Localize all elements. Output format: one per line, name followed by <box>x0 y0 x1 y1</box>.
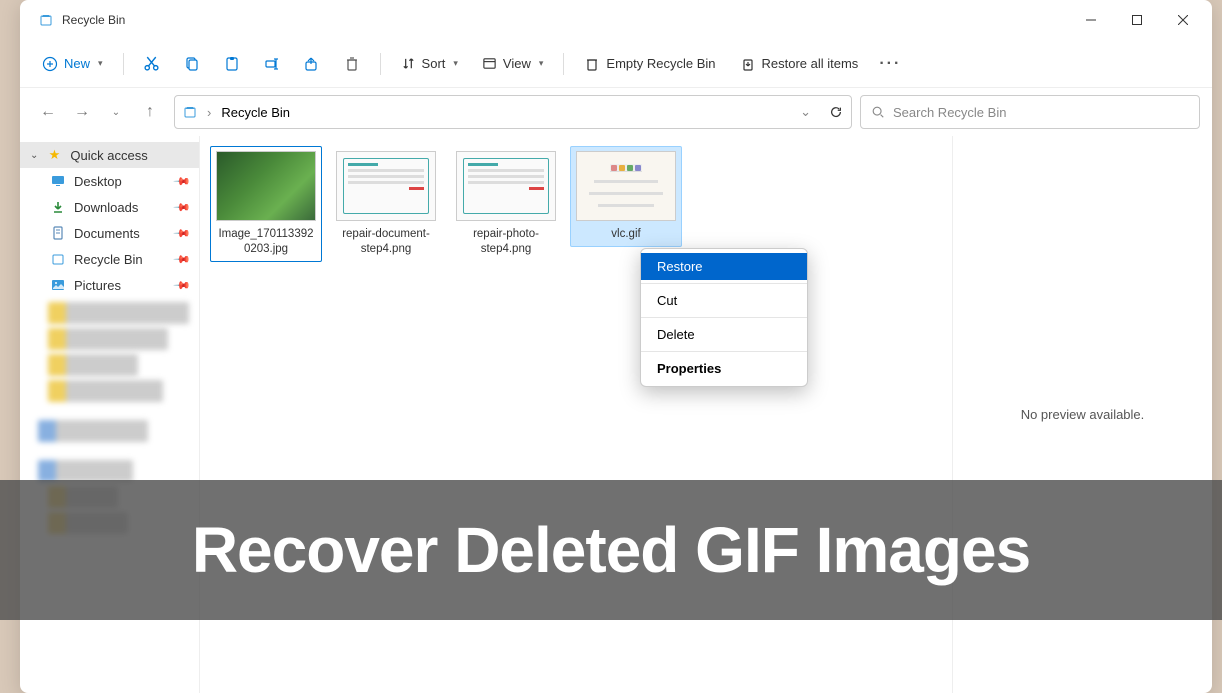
sort-button[interactable]: Sort ▾ <box>391 50 468 77</box>
titlebar: Recycle Bin <box>20 0 1212 40</box>
ctx-cut[interactable]: Cut <box>641 287 807 314</box>
ctx-restore[interactable]: Restore <box>641 253 807 280</box>
maximize-button[interactable] <box>1114 4 1160 36</box>
view-label: View <box>503 56 531 71</box>
chevron-down-icon[interactable]: ⌄ <box>800 104 811 120</box>
thumbnail-icon <box>576 151 676 221</box>
minimize-button[interactable] <box>1068 4 1114 36</box>
file-item[interactable]: Image_170113392 0203.jpg <box>210 146 322 262</box>
delete-button[interactable] <box>334 46 370 82</box>
recycle-bin-icon <box>50 251 66 267</box>
address-bar[interactable]: › Recycle Bin ⌄ <box>174 95 852 129</box>
up-button[interactable]: ↑ <box>134 96 166 128</box>
pin-icon: 📌 <box>173 250 192 269</box>
sidebar-item-blurred[interactable] <box>48 354 138 376</box>
thumbnail-icon <box>336 151 436 221</box>
overlay-banner: Recover Deleted GIF Images <box>0 480 1222 620</box>
sidebar-item-blurred[interactable] <box>48 380 163 402</box>
new-button[interactable]: New ▾ <box>32 50 113 78</box>
more-button[interactable]: ··· <box>872 46 908 82</box>
sidebar-item-downloads[interactable]: Downloads 📌 <box>20 194 199 220</box>
file-item[interactable]: repair-photo-step4.png <box>450 146 562 262</box>
toolbar: New ▾ Sort ▾ View ▾ Empty Recycle Bin Re… <box>20 40 1212 88</box>
ctx-delete[interactable]: Delete <box>641 321 807 348</box>
restore-all-button[interactable]: Restore all items <box>730 50 869 78</box>
empty-recycle-bin-button[interactable]: Empty Recycle Bin <box>574 50 725 78</box>
context-menu: Restore Cut Delete Properties <box>640 248 808 387</box>
paste-button[interactable] <box>214 46 250 82</box>
sidebar-item-blurred[interactable] <box>48 328 168 350</box>
sort-label: Sort <box>422 56 446 71</box>
forward-button[interactable]: → <box>66 96 98 128</box>
search-icon <box>871 105 885 119</box>
file-name: repair-document-step4.png <box>335 227 437 257</box>
sidebar-item-label: Pictures <box>74 278 121 293</box>
pin-icon: 📌 <box>173 224 192 243</box>
chevron-down-icon: ▾ <box>453 58 458 69</box>
copy-button[interactable] <box>174 46 210 82</box>
pin-icon: 📌 <box>173 172 192 191</box>
recycle-bin-icon <box>38 12 54 28</box>
sidebar-item-label: Downloads <box>74 200 138 215</box>
file-name: Image_170113392 0203.jpg <box>215 227 317 257</box>
recycle-bin-icon <box>183 105 197 119</box>
quick-access-label: Quick access <box>70 148 147 163</box>
chevron-down-icon: ⌄ <box>30 150 38 161</box>
file-item[interactable]: repair-document-step4.png <box>330 146 442 262</box>
back-button[interactable]: ← <box>32 96 64 128</box>
search-placeholder: Search Recycle Bin <box>893 105 1006 120</box>
sidebar-item-blurred[interactable] <box>38 460 133 482</box>
refresh-button[interactable] <box>829 105 843 119</box>
sidebar-item-label: Documents <box>74 226 140 241</box>
download-icon <box>50 199 66 215</box>
cut-button[interactable] <box>134 46 170 82</box>
ctx-properties[interactable]: Properties <box>641 355 807 382</box>
view-button[interactable]: View ▾ <box>472 50 553 77</box>
chevron-down-icon: ▾ <box>98 58 103 69</box>
share-button[interactable] <box>294 46 330 82</box>
sidebar-item-blurred[interactable] <box>48 302 189 324</box>
window-title: Recycle Bin <box>62 13 125 27</box>
restore-all-label: Restore all items <box>762 56 859 71</box>
recent-button[interactable]: ⌄ <box>100 96 132 128</box>
pin-icon: 📌 <box>173 276 192 295</box>
thumbnail-icon <box>216 151 316 221</box>
preview-empty-label: No preview available. <box>1021 407 1145 422</box>
chevron-right-icon: › <box>207 105 211 120</box>
pin-icon: 📌 <box>173 198 192 217</box>
close-button[interactable] <box>1160 4 1206 36</box>
sidebar-item-documents[interactable]: Documents 📌 <box>20 220 199 246</box>
sidebar-quick-access[interactable]: ⌄ ★ Quick access <box>20 142 199 168</box>
breadcrumb-location[interactable]: Recycle Bin <box>221 105 290 120</box>
empty-label: Empty Recycle Bin <box>606 56 715 71</box>
file-item-selected[interactable]: vlc.gif <box>570 146 682 247</box>
new-label: New <box>64 56 90 71</box>
star-icon: ★ <box>46 147 62 163</box>
sidebar-item-blurred[interactable] <box>38 420 148 442</box>
sidebar-item-recycle-bin[interactable]: Recycle Bin 📌 <box>20 246 199 272</box>
sidebar-item-desktop[interactable]: Desktop 📌 <box>20 168 199 194</box>
navbar: ← → ⌄ ↑ › Recycle Bin ⌄ Search Recycle B… <box>20 88 1212 136</box>
search-box[interactable]: Search Recycle Bin <box>860 95 1200 129</box>
desktop-icon <box>50 173 66 189</box>
sidebar-item-pictures[interactable]: Pictures 📌 <box>20 272 199 298</box>
pictures-icon <box>50 277 66 293</box>
chevron-down-icon: ▾ <box>539 58 544 69</box>
thumbnail-icon <box>456 151 556 221</box>
sidebar-item-label: Desktop <box>74 174 122 189</box>
file-name: repair-photo-step4.png <box>455 227 557 257</box>
overlay-text: Recover Deleted GIF Images <box>192 513 1030 587</box>
file-name: vlc.gif <box>611 227 640 242</box>
rename-button[interactable] <box>254 46 290 82</box>
sidebar-item-label: Recycle Bin <box>74 252 143 267</box>
document-icon <box>50 225 66 241</box>
